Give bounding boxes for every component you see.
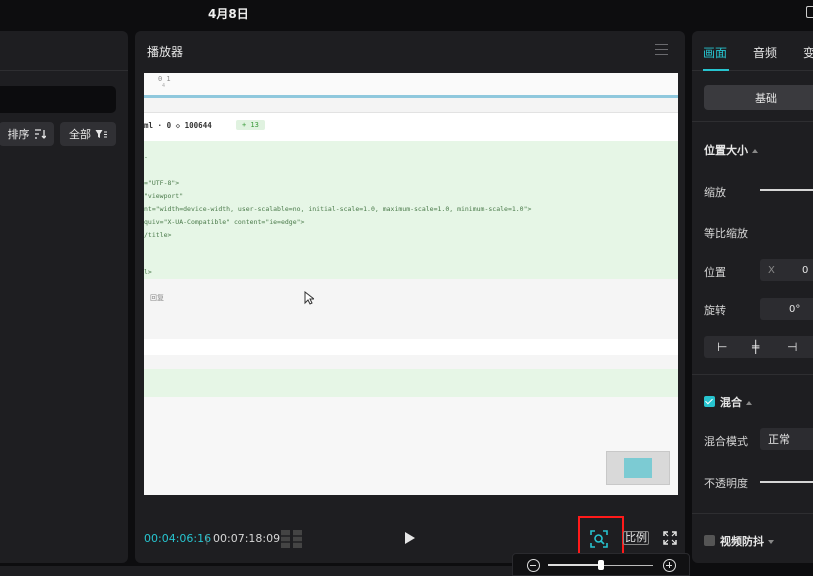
x-axis-label: X (768, 264, 775, 276)
sort-label: 排序 (7, 128, 30, 141)
zoom-slider-fill (548, 564, 601, 566)
opacity-label: 不透明度 (704, 477, 748, 490)
blend-mode-label: 混合模式 (704, 435, 748, 448)
window-corner-icon (806, 6, 813, 18)
timecode-separator: | (205, 532, 209, 545)
media-panel-header (0, 31, 128, 71)
filter-all-button[interactable]: 全部 (60, 122, 116, 146)
position-x-value: 0 (802, 264, 809, 276)
video-tab-text: 0 1 (158, 75, 171, 83)
video-comment-row: 回复 (144, 279, 678, 339)
filter-icon (95, 130, 107, 138)
zoom-out-icon[interactable] (527, 559, 540, 572)
scale-slider[interactable] (760, 189, 813, 191)
position-x-field[interactable]: X 0 (760, 259, 813, 281)
video-file-info: ml · 0 ◇ 100644 (144, 121, 212, 130)
uniform-scale-label: 等比缩放 (704, 227, 748, 240)
video-tab-sub: 4 (162, 83, 166, 89)
active-tab-indicator (703, 69, 729, 71)
tab-video[interactable]: 画面 (703, 44, 727, 61)
opacity-slider[interactable] (760, 481, 813, 483)
zoom-slider-popup (512, 553, 690, 576)
video-file-header: ml · 0 ◇ 100644 + 13 (144, 113, 678, 141)
mouse-cursor-icon (304, 291, 314, 305)
scale-label: 缩放 (704, 186, 726, 199)
top-status-bar: 4月8日 (0, 0, 813, 28)
menu-icon[interactable] (655, 44, 668, 55)
blend-checkbox[interactable] (704, 396, 715, 407)
timeline-grid-icon[interactable] (281, 530, 303, 548)
blend-header[interactable]: 混合 (720, 394, 752, 410)
video-tab-strip: 0 1 4 (144, 73, 678, 95)
collapse-caret-icon (752, 149, 758, 153)
inspector-panel: 画面 音频 变 基础 位置大小 缩放 等比缩放 位置 X 0 旋转 0° ⊢ ╪… (692, 31, 813, 563)
blend-mode-value: 正常 (768, 433, 790, 446)
video-row-label: 回复 (150, 294, 164, 302)
video-added-block: - ="UTF-8"> "viewport" nt="width=device-… (144, 141, 678, 279)
date-label: 4月8日 (208, 7, 249, 21)
rotation-label: 旋转 (704, 304, 726, 317)
rotation-value: 0° (789, 303, 801, 315)
position-size-header[interactable]: 位置大小 (704, 142, 758, 158)
collapse-caret-icon (746, 401, 752, 405)
align-right-icon[interactable]: ⊣ (787, 340, 797, 354)
timeline-strip (0, 566, 512, 576)
fullscreen-icon[interactable] (663, 531, 677, 545)
tab-audio[interactable]: 音频 (753, 44, 777, 61)
position-label: 位置 (704, 266, 726, 279)
align-left-icon[interactable]: ⊢ (717, 340, 727, 354)
inspector-tabs: 画面 音频 变 (692, 31, 813, 71)
alignment-buttons: ⊢ ╪ ⊣ (704, 336, 813, 358)
zoom-slider-thumb[interactable] (597, 560, 604, 570)
aspect-ratio-button[interactable]: 比例 (623, 531, 649, 545)
sort-icon (34, 129, 46, 139)
blend-mode-select[interactable]: 正常 (760, 428, 813, 450)
player-title: 播放器 (147, 45, 184, 59)
stabilize-checkbox[interactable] (704, 535, 715, 546)
align-center-icon[interactable]: ╪ (752, 340, 759, 354)
expand-caret-icon (768, 540, 774, 544)
current-timecode: 00:04:06:16 (144, 532, 212, 545)
video-preview[interactable]: 0 1 4 ml · 0 ◇ 100644 + 13 - ="UTF-8"> "… (144, 73, 678, 495)
basic-button[interactable]: 基础 (704, 85, 813, 110)
media-search-input[interactable] (0, 86, 116, 113)
zoom-in-icon[interactable] (663, 559, 676, 572)
zoom-fit-icon (590, 530, 608, 548)
sort-button[interactable]: 排序 (0, 122, 54, 146)
video-diff-badge: + 13 (236, 120, 265, 130)
filter-all-label: 全部 (69, 128, 91, 141)
video-thumbnail (606, 451, 670, 485)
stabilize-header[interactable]: 视频防抖 (720, 533, 774, 549)
tab-speed[interactable]: 变 (803, 44, 813, 61)
rotation-field[interactable]: 0° (760, 298, 813, 320)
media-panel: 排序 全部 (0, 31, 128, 563)
play-button[interactable] (405, 532, 415, 544)
total-timecode: 00:07:18:09 (213, 532, 281, 545)
